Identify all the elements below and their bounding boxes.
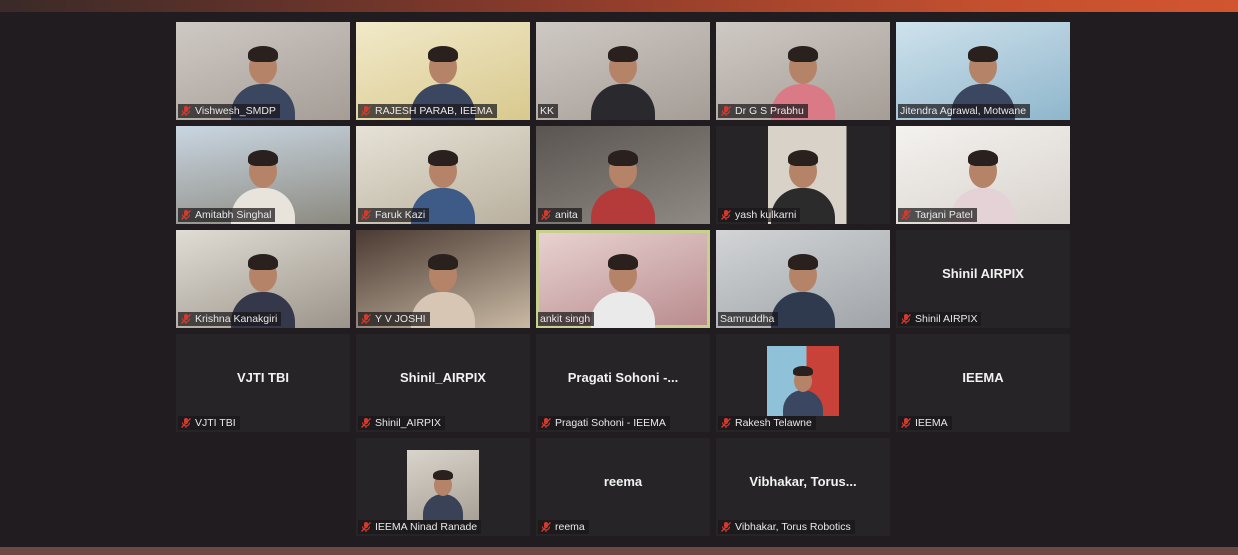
participant-tile[interactable]: Dr G S Prabhu <box>716 22 890 120</box>
participant-name-label: Shinil_AIRPIX <box>358 416 445 430</box>
participant-name-label: Tarjani Patel <box>898 208 977 222</box>
participant-name-label: Pragati Sohoni - IEEMA <box>538 416 670 430</box>
participant-tile[interactable]: Rakesh Telawne <box>716 334 890 432</box>
microphone-muted-icon <box>360 105 372 117</box>
participant-tile[interactable]: VJTI TBI VJTI TBI <box>176 334 350 432</box>
participant-tile-active-speaker[interactable]: ankit singh <box>536 230 710 328</box>
participant-name-label: Vishwesh_SMDP <box>178 104 280 118</box>
microphone-muted-icon <box>360 521 372 533</box>
microphone-muted-icon <box>720 417 732 429</box>
participant-tile[interactable]: yash kulkarni <box>716 126 890 224</box>
participant-name-label: Vibhakar, Torus Robotics <box>718 520 855 534</box>
participant-tile[interactable]: Vibhakar, Torus... Vibhakar, Torus Robot… <box>716 438 890 536</box>
participant-display-name: Shinil AIRPIX <box>942 265 1024 281</box>
participant-tile[interactable]: RAJESH PARAB, IEEMA <box>356 22 530 120</box>
participant-name-label: ankit singh <box>538 312 595 326</box>
participant-video <box>591 150 655 224</box>
participant-tile[interactable]: Y V JOSHI <box>356 230 530 328</box>
participant-name-label: Jitendra Agrawal, Motwane <box>898 104 1031 118</box>
participant-tile[interactable]: Jitendra Agrawal, Motwane <box>896 22 1070 120</box>
participant-display-name: VJTI TBI <box>236 369 289 385</box>
participant-name-label: Y V JOSHI <box>358 312 430 326</box>
microphone-muted-icon <box>900 209 912 221</box>
video-gallery-grid: Vishwesh_SMDP RAJESH PARAB, IEEMA KK Dr … <box>176 22 1070 538</box>
participant-name-label: IEEMA <box>898 416 952 430</box>
participant-tile[interactable]: anita <box>536 126 710 224</box>
microphone-muted-icon <box>180 313 192 325</box>
participant-tile[interactable]: Krishna Kanakgiri <box>176 230 350 328</box>
participant-name-label: VJTI TBI <box>178 416 240 430</box>
microphone-muted-icon <box>720 105 732 117</box>
participant-name-label: anita <box>538 208 582 222</box>
participant-tile[interactable]: Shinil_AIRPIX Shinil_AIRPIX <box>356 334 530 432</box>
participant-name-label: KK <box>538 104 559 118</box>
participant-tile[interactable]: Pragati Sohoni -... Pragati Sohoni - IEE… <box>536 334 710 432</box>
participant-name-label: Shinil AIRPIX <box>898 312 982 326</box>
participant-tile[interactable]: IEEMA Ninad Ranade <box>356 438 530 536</box>
participant-name-label: IEEMA Ninad Ranade <box>358 520 482 534</box>
participant-display-name: IEEMA <box>962 369 1004 385</box>
participant-display-name: Shinil_AIRPIX <box>400 369 486 385</box>
participant-tile[interactable]: KK <box>536 22 710 120</box>
participant-video <box>591 46 655 120</box>
participant-profile-photo <box>407 450 479 520</box>
microphone-muted-icon <box>720 209 732 221</box>
participant-name-label: Krishna Kanakgiri <box>178 312 282 326</box>
participant-tile[interactable]: IEEMA IEEMA <box>896 334 1070 432</box>
microphone-muted-icon <box>900 313 912 325</box>
participant-name-label: Amitabh Singhal <box>178 208 276 222</box>
participant-video <box>771 254 835 328</box>
bottom-border-band <box>0 547 1238 555</box>
participant-tile[interactable]: Samruddha <box>716 230 890 328</box>
participant-name-label: Dr G S Prabhu <box>718 104 808 118</box>
participant-name-label: RAJESH PARAB, IEEMA <box>358 104 497 118</box>
microphone-muted-icon <box>180 105 192 117</box>
participant-tile[interactable]: Shinil AIRPIX Shinil AIRPIX <box>896 230 1070 328</box>
participant-tile[interactable]: Faruk Kazi <box>356 126 530 224</box>
microphone-muted-icon <box>180 417 192 429</box>
microphone-muted-icon <box>540 209 552 221</box>
participant-name-label: reema <box>538 520 589 534</box>
participant-name-label: Samruddha <box>718 312 779 326</box>
participant-display-name: reema <box>603 473 643 489</box>
participant-tile[interactable]: Vishwesh_SMDP <box>176 22 350 120</box>
participant-name-label: yash kulkarni <box>718 208 801 222</box>
microphone-muted-icon <box>360 417 372 429</box>
microphone-muted-icon <box>720 521 732 533</box>
microphone-muted-icon <box>360 209 372 221</box>
microphone-muted-icon <box>900 417 912 429</box>
participant-tile[interactable]: Tarjani Patel <box>896 126 1070 224</box>
participant-tile[interactable]: Amitabh Singhal <box>176 126 350 224</box>
microphone-muted-icon <box>540 521 552 533</box>
microphone-muted-icon <box>180 209 192 221</box>
top-border-band <box>0 0 1238 12</box>
participant-name-label: Faruk Kazi <box>358 208 430 222</box>
participant-tile[interactable]: reema reema <box>536 438 710 536</box>
microphone-muted-icon <box>540 417 552 429</box>
participant-name-label: Rakesh Telawne <box>718 416 816 430</box>
participant-profile-photo <box>767 346 839 416</box>
participant-display-name: Vibhakar, Torus... <box>749 473 857 489</box>
microphone-muted-icon <box>360 313 372 325</box>
participant-display-name: Pragati Sohoni -... <box>567 369 679 385</box>
participant-video <box>591 254 655 328</box>
